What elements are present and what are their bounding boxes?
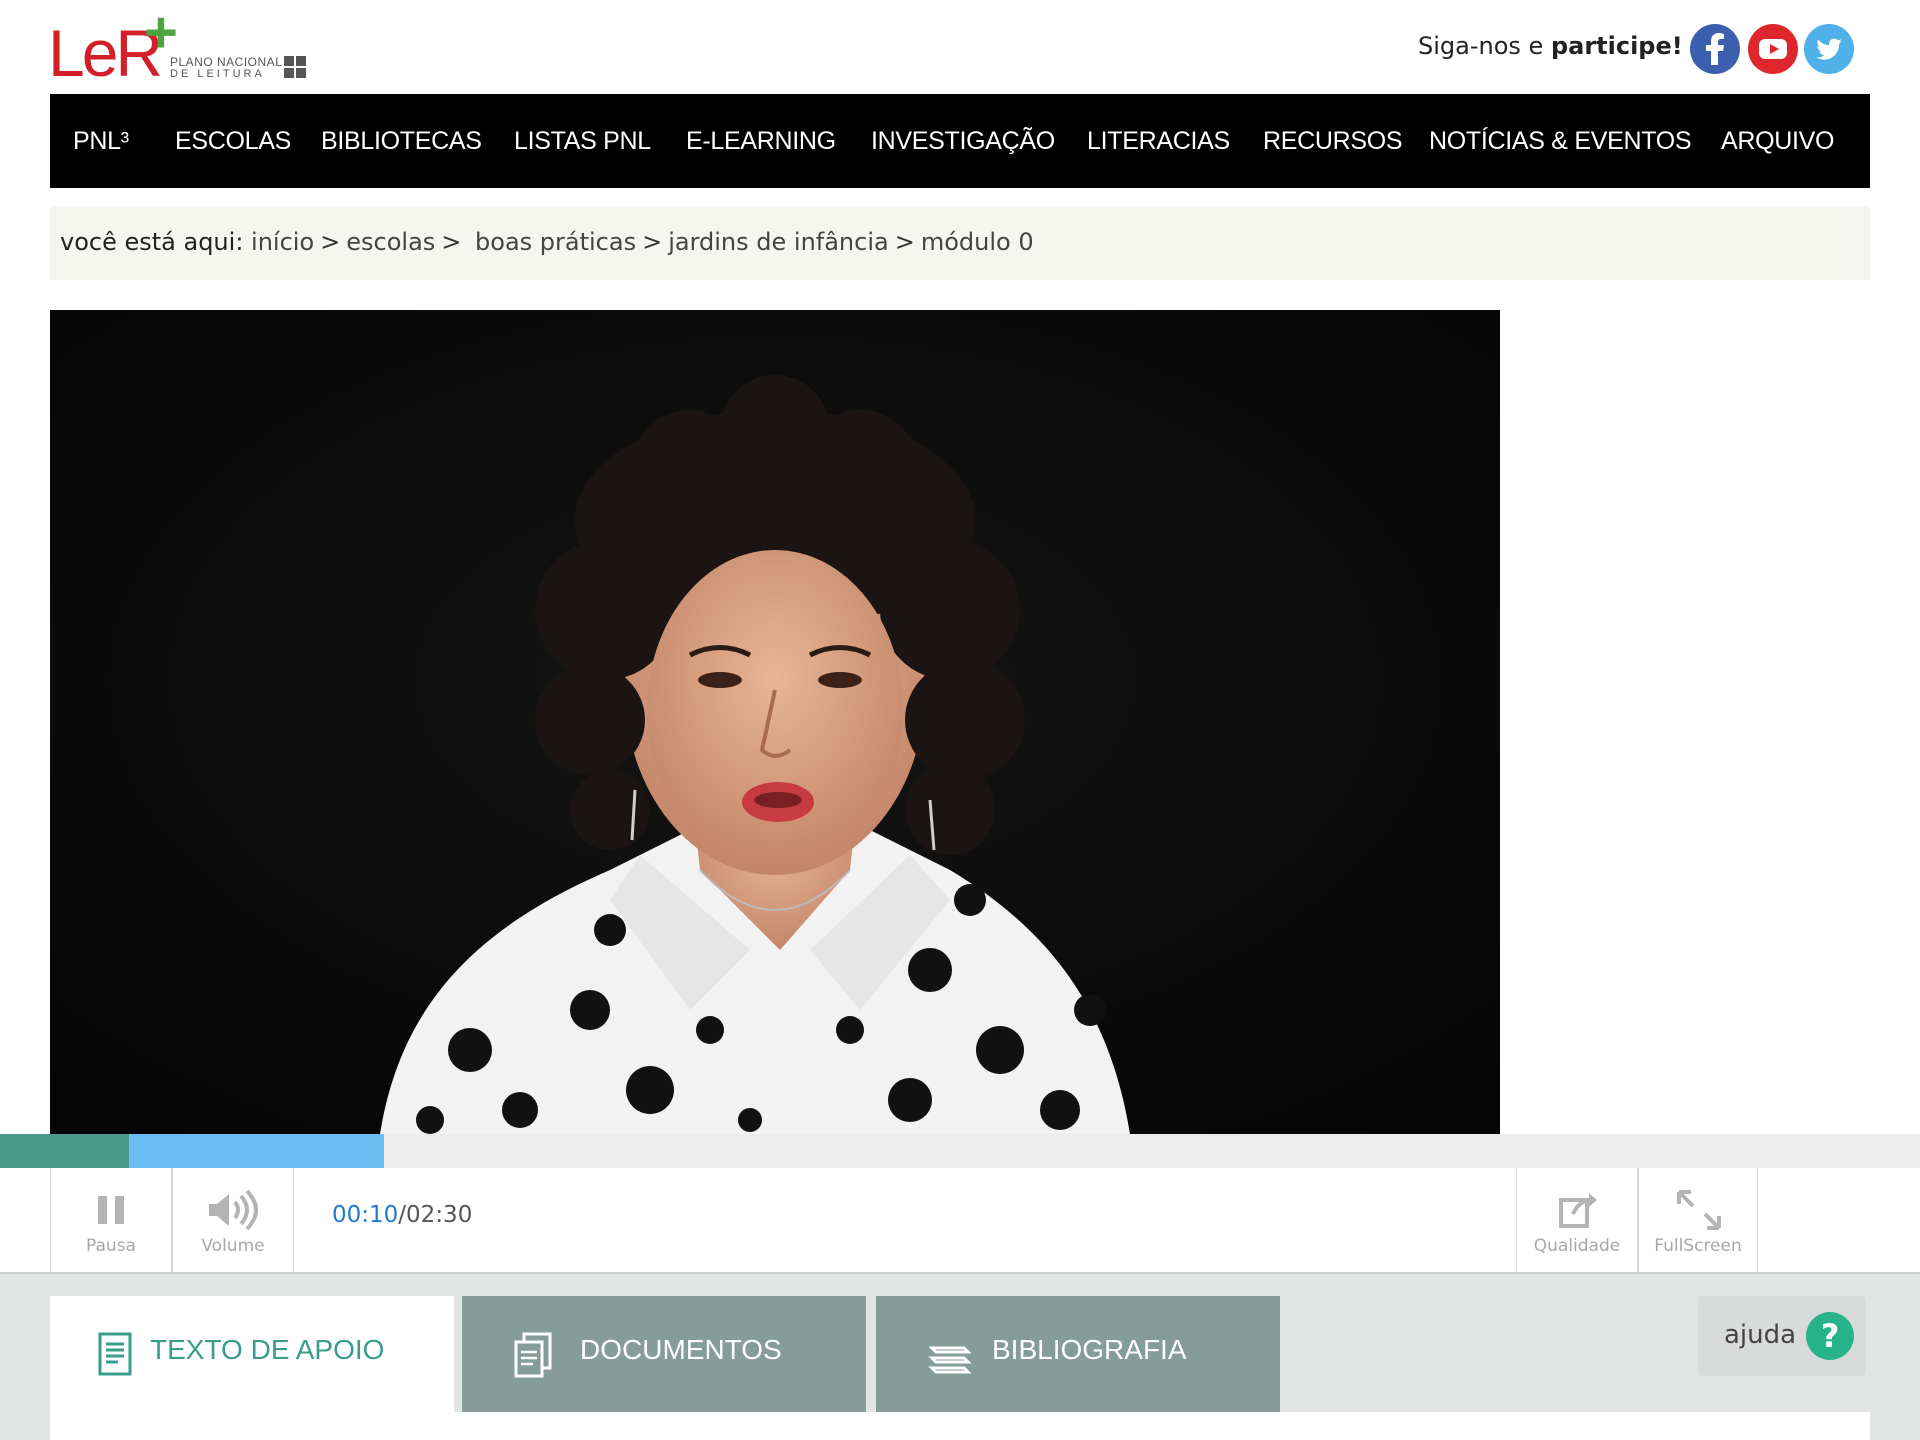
nav-item-literacias[interactable]: LITERACIAS — [1087, 94, 1230, 188]
tab-bibliografia[interactable]: BIBLIOGRAFIA — [876, 1296, 1280, 1414]
breadcrumb-separator: > — [642, 228, 663, 256]
logo-plus-icon: + — [144, 0, 178, 65]
current-time: 00:10 — [332, 1202, 399, 1228]
breadcrumb-item-escolas[interactable]: escolas — [346, 228, 435, 256]
quality-label: Qualidade — [1533, 1236, 1621, 1256]
nav-item-bibliotecas[interactable]: BIBLIOTECAS — [321, 94, 482, 188]
fullscreen-label: FullScreen — [1654, 1236, 1742, 1256]
help-question-icon: ? — [1806, 1312, 1854, 1360]
share-quality-icon — [1517, 1188, 1637, 1232]
volume-label: Volume — [201, 1236, 265, 1256]
help-button[interactable]: ajuda ? — [1698, 1296, 1866, 1376]
breadcrumb-label: você está aqui: — [60, 228, 244, 256]
nav-item-investigacao[interactable]: INVESTIGAÇÃO — [871, 94, 1055, 188]
tab-texto-de-apoio[interactable]: TEXTO DE APOIO — [50, 1296, 454, 1414]
breadcrumb-item-jardins[interactable]: jardins de infância — [668, 228, 889, 256]
tab-content-panel — [50, 1412, 1870, 1440]
main-nav: PNL³ ESCOLAS BIBLIOTECAS LISTAS PNL E-LE… — [50, 94, 1870, 188]
video-progress-bar[interactable] — [0, 1134, 1920, 1168]
help-label: ajuda — [1724, 1320, 1797, 1350]
ler-logo[interactable]: LeR + PLANO NACIONAL DE LEITURA — [48, 0, 318, 86]
nav-item-arquivo[interactable]: ARQUIVO — [1721, 94, 1835, 188]
pause-button[interactable]: Pausa — [50, 1168, 172, 1272]
progress-buffered — [129, 1134, 384, 1168]
site-header: LeR + PLANO NACIONAL DE LEITURA Siga-nos… — [0, 0, 1920, 94]
nav-item-escolas[interactable]: ESCOLAS — [175, 94, 291, 188]
tab-label-bibliografia: BIBLIOGRAFIA — [992, 1334, 1187, 1365]
breadcrumb-item-modulo: módulo 0 — [920, 228, 1034, 256]
pause-icon — [51, 1188, 171, 1232]
facebook-icon[interactable] — [1690, 24, 1740, 74]
logo-line1: PLANO NACIONAL — [170, 55, 283, 69]
breadcrumb-separator: > — [320, 228, 341, 256]
fullscreen-button[interactable]: FullScreen — [1638, 1168, 1758, 1272]
logo-grid-icon — [284, 56, 308, 80]
follow-text: Siga-nos e participe! — [1418, 32, 1683, 60]
nav-item-e-learning[interactable]: E-LEARNING — [686, 94, 836, 188]
fullscreen-icon — [1639, 1188, 1757, 1232]
nav-item-noticias-eventos[interactable]: NOTÍCIAS & EVENTOS — [1429, 94, 1692, 188]
nav-item-recursos[interactable]: RECURSOS — [1263, 94, 1403, 188]
nav-item-pnl[interactable]: PNL³ — [73, 94, 129, 188]
youtube-icon[interactable] — [1748, 24, 1798, 74]
duration: /02:30 — [398, 1202, 473, 1228]
follow-bold: participe! — [1550, 32, 1683, 60]
volume-button[interactable]: Volume — [172, 1168, 294, 1272]
tab-label-texto-de-apoio: TEXTO DE APOIO — [150, 1334, 385, 1365]
documents-icon — [510, 1330, 554, 1380]
twitter-icon[interactable] — [1804, 24, 1854, 74]
breadcrumb-item-inicio[interactable]: início — [251, 228, 314, 256]
logo-line2: DE LEITURA — [170, 68, 265, 80]
breadcrumb: você está aqui: início > escolas > boas prá… — [50, 206, 1870, 280]
pause-label: Pausa — [86, 1236, 136, 1256]
video-frame[interactable] — [50, 310, 1500, 1134]
video-still-image — [50, 310, 1500, 1134]
tab-label-documentos: DOCUMENTOS — [580, 1334, 782, 1365]
document-text-icon — [94, 1330, 138, 1380]
progress-played — [0, 1134, 129, 1168]
tab-documentos[interactable]: DOCUMENTOS — [462, 1296, 866, 1414]
volume-icon — [173, 1188, 293, 1232]
nav-item-listas-pnl[interactable]: LISTAS PNL — [514, 94, 651, 188]
breadcrumb-separator: > — [894, 228, 915, 256]
video-controls: Pausa Volume 00:10/02:30 Qualidade FullS… — [0, 1168, 1920, 1272]
time-display: 00:10/02:30 — [332, 1202, 472, 1228]
quality-button[interactable]: Qualidade — [1516, 1168, 1638, 1272]
breadcrumb-separator: > — [441, 228, 462, 256]
follow-prefix: Siga-nos e — [1418, 32, 1544, 60]
breadcrumb-item-boas-praticas[interactable]: boas práticas — [475, 228, 636, 256]
books-icon — [928, 1330, 972, 1380]
